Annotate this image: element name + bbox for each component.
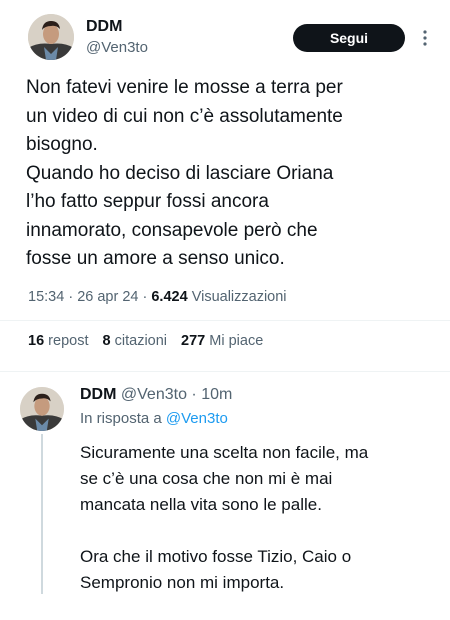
reply-author-handle[interactable]: @Ven3to xyxy=(121,386,187,403)
likes-label: Mi piace xyxy=(209,333,264,349)
views-count: 6.424 xyxy=(151,289,188,305)
in-reply-prefix: In risposta a xyxy=(80,410,162,427)
author-handle[interactable]: @Ven3to xyxy=(86,39,148,56)
more-vertical-icon[interactable] xyxy=(414,24,436,52)
separator-dot: · xyxy=(191,386,202,403)
avatar-image xyxy=(28,14,74,60)
tweet-stats: 16 repost 8 citazioni 277 Mi piace xyxy=(28,333,263,349)
tweet-text-line: fosse un amore a senso unico. xyxy=(26,248,285,269)
reply-header: DDM @Ven3to · 10m xyxy=(80,386,232,404)
quotes-count: 8 xyxy=(102,333,111,349)
views-label: Visualizzazioni xyxy=(191,289,287,305)
avatar-image xyxy=(20,387,64,431)
tweet-text-line: Quando ho deciso di lasciare Oriana xyxy=(26,162,334,184)
avatar[interactable] xyxy=(28,14,74,60)
likes-stat[interactable]: 277 Mi piace xyxy=(181,333,263,349)
divider xyxy=(0,320,450,321)
reposts-label: repost xyxy=(48,333,89,349)
likes-count: 277 xyxy=(181,333,206,349)
reposts-count: 16 xyxy=(28,333,45,349)
divider xyxy=(0,371,450,372)
thread-line xyxy=(41,434,43,594)
reply-avatar[interactable] xyxy=(20,387,64,431)
tweet-date[interactable]: 26 apr 24 xyxy=(77,289,138,305)
tweet-text-line: Non fatevi venire le mosse a terra per xyxy=(26,77,343,98)
reply-age[interactable]: 10m xyxy=(201,386,232,403)
in-reply-to: In risposta a @Ven3to xyxy=(80,410,228,427)
author-name[interactable]: DDM xyxy=(86,18,122,36)
reply-text-line: Sicuramente una scelta non facile, ma xyxy=(80,443,369,462)
tweet-text-line: innamorato, consapevole però che xyxy=(26,219,318,241)
tweet-time[interactable]: 15:34 xyxy=(28,289,64,305)
tweet-text-line: l’ho fatto seppur fossi ancora xyxy=(26,191,269,212)
reply-text-line: se c’è una cosa che non mi è mai xyxy=(80,469,333,488)
tweet-text: Non fatevi venire le mosse a terra per u… xyxy=(26,74,436,274)
tweet-text-line: bisogno. xyxy=(26,134,98,155)
tweet-screenshot: DDM @Ven3to Segui Non fatevi venire le m… xyxy=(0,0,450,620)
separator-dot: · xyxy=(68,289,78,305)
reply-text-line: Sempronio non mi importa. xyxy=(80,573,285,592)
quotes-label: citazioni xyxy=(114,333,168,349)
tweet-text-line: un video di cui non c’è assolutamente xyxy=(26,105,343,127)
reposts-stat[interactable]: 16 repost xyxy=(28,333,88,349)
reply-text-line: Ora che il motivo fosse Tizio, Caio o xyxy=(80,547,352,566)
quotes-stat[interactable]: 8 citazioni xyxy=(103,333,168,349)
tweet-header: DDM @Ven3to Segui xyxy=(28,14,430,64)
tweet-meta: 15:34 · 26 apr 24 · 6.424 Visualizzazion… xyxy=(28,289,287,305)
reply-text-line: mancata nella vita sono le palle. xyxy=(80,495,322,514)
follow-button[interactable]: Segui xyxy=(293,24,405,52)
in-reply-handle-link[interactable]: @Ven3to xyxy=(166,410,228,427)
reply-author-name[interactable]: DDM xyxy=(80,386,116,403)
reply-text: Sicuramente una scelta non facile, ma se… xyxy=(80,440,442,596)
